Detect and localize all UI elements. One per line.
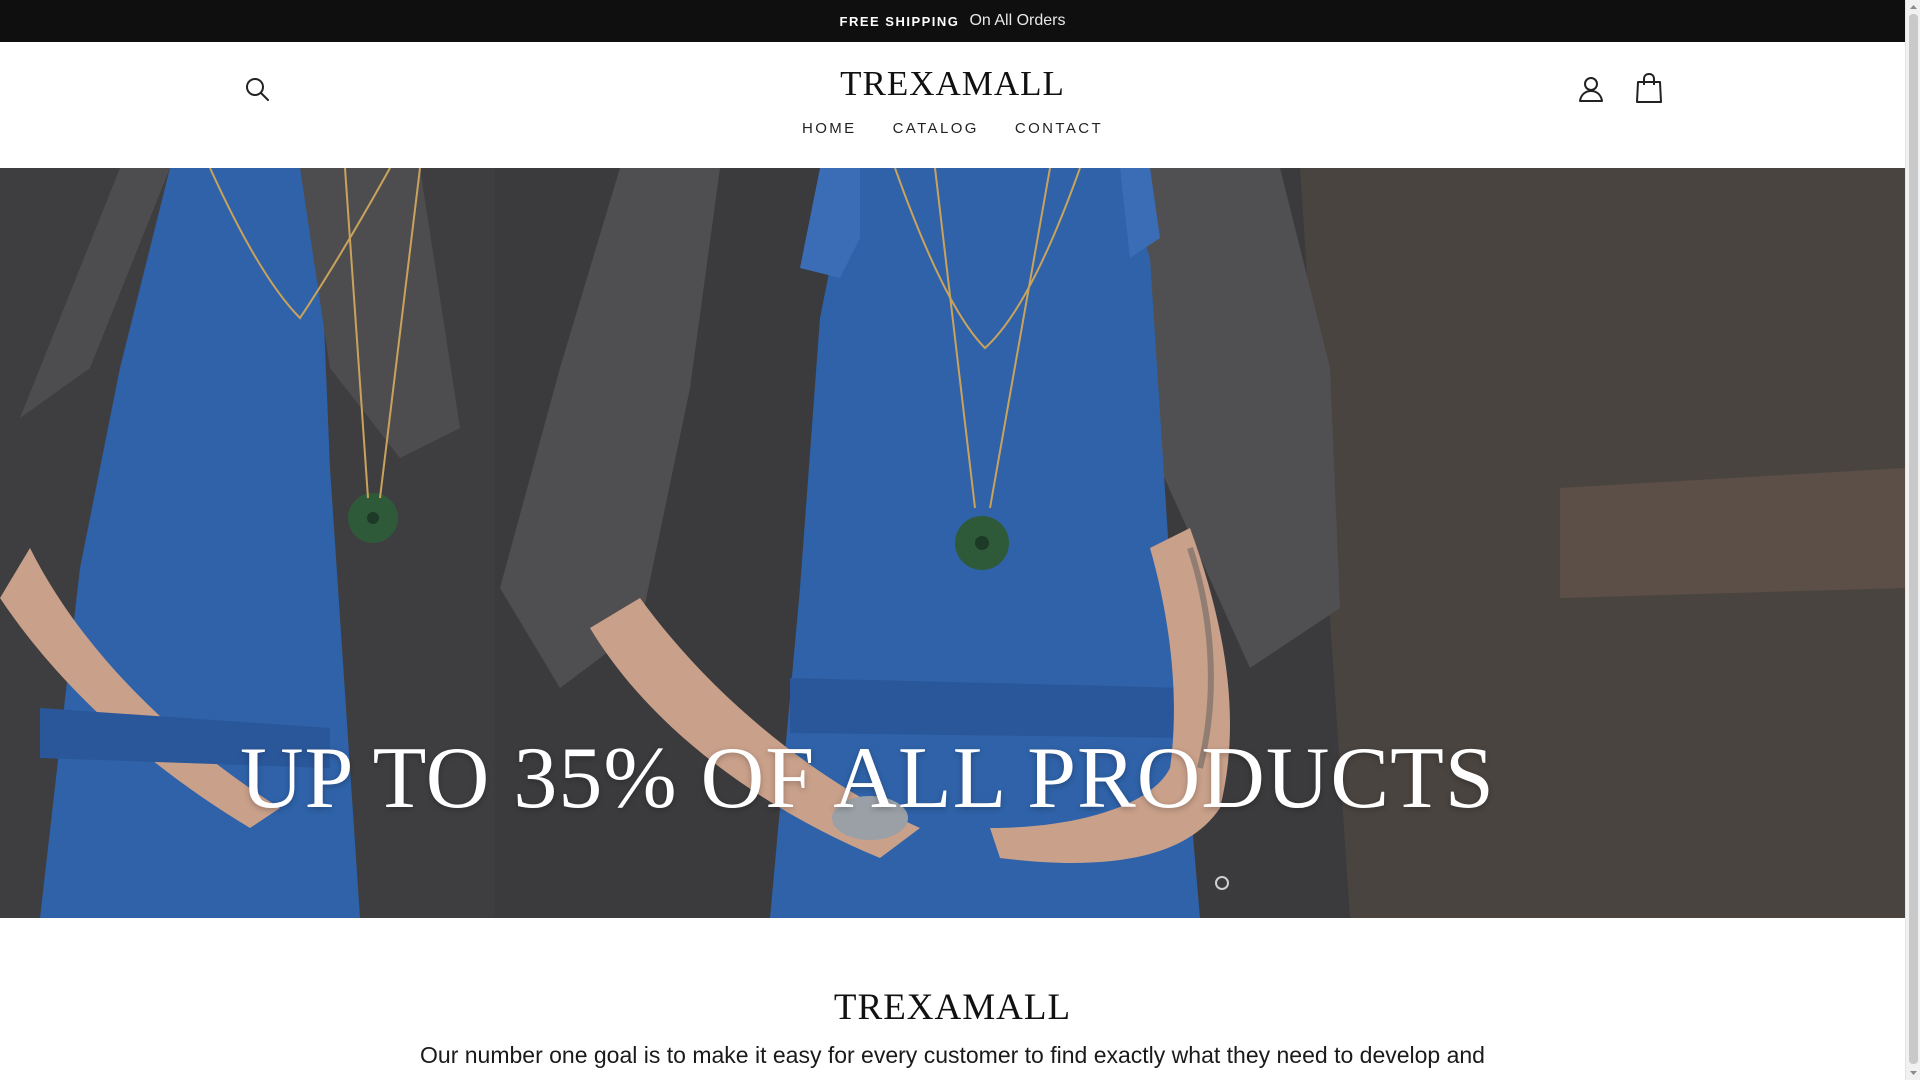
main-nav: HOME CATALOG CONTACT [0,120,1905,137]
account-button[interactable] [1576,74,1606,104]
announcement-text: On All Orders [969,12,1066,29]
nav-catalog[interactable]: CATALOG [893,120,979,137]
nav-contact[interactable]: CONTACT [1015,120,1103,137]
hero-heading: UP TO 35% OF ALL PRODUCTS [240,730,1495,827]
about-text: Our number one goal is to make it easy f… [420,1042,1485,1068]
shopping-bag-icon [1636,72,1662,103]
user-icon [1579,77,1603,102]
about-section: TREXAMALL Our number one goal is to make… [0,918,1905,1080]
about-title: TREXAMALL [833,987,1072,1028]
site-logo[interactable]: TREXAMALL [0,64,1905,104]
page-scrollbar[interactable] [1905,0,1920,1080]
scroll-down-icon[interactable] [1909,1068,1918,1077]
announcement-bold: FREE SHIPPING [839,13,960,29]
nav-home[interactable]: HOME [802,120,857,137]
announcement-bar: FREE SHIPPING On All Orders [0,0,1905,42]
scroll-up-icon[interactable] [1909,3,1918,12]
site-header: TREXAMALL HOME CATALOG CONTACT [0,42,1905,168]
scrollbar-thumb[interactable] [1909,14,1918,1064]
cart-button[interactable] [1634,72,1664,104]
hero-banner[interactable]: UP TO 35% OF ALL PRODUCTS [0,168,1905,918]
